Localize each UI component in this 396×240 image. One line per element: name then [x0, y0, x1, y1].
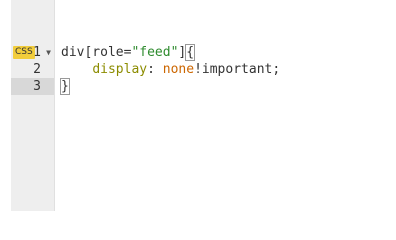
- css-string: "feed": [131, 45, 179, 60]
- line-number: 3: [33, 79, 41, 94]
- line-gutter: CSS 1 ▼ 2 3: [11, 0, 55, 211]
- code-line-1[interactable]: div[role="feed"]{: [61, 44, 196, 61]
- open-brace: {: [185, 44, 196, 61]
- gutter-row-2: 2: [11, 61, 54, 78]
- colon: :: [147, 62, 163, 77]
- code-line-3[interactable]: }: [60, 78, 70, 95]
- code-editor[interactable]: CSS 1 ▼ 2 3 div[role="feed"]{ display: n…: [0, 0, 396, 211]
- line-number: 1: [33, 45, 41, 60]
- fold-arrow-icon[interactable]: ▼: [46, 44, 51, 61]
- language-badge: CSS: [13, 46, 35, 59]
- css-value: none: [162, 62, 195, 77]
- css-selector: div[role=: [61, 45, 132, 60]
- gutter-row-1: CSS 1 ▼: [11, 44, 54, 61]
- important-flag: !important: [194, 62, 273, 77]
- css-property: display: [92, 62, 148, 77]
- close-brace: }: [60, 78, 70, 95]
- code-line-2[interactable]: display: none!important;: [61, 61, 280, 78]
- semicolon: ;: [272, 62, 281, 77]
- gutter-row-3-active: 3: [11, 78, 54, 95]
- line-number: 2: [33, 62, 41, 77]
